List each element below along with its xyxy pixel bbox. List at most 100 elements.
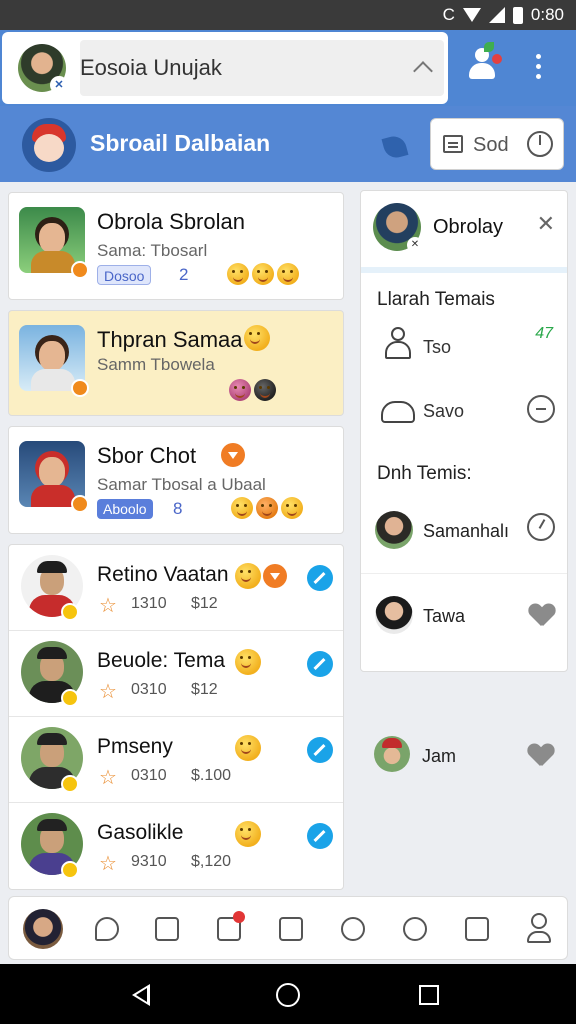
- contact-name: Gasolikle: [97, 821, 184, 844]
- emoji-icon: [235, 649, 261, 675]
- leaf-icon[interactable]: [381, 133, 409, 161]
- check-icon[interactable]: [307, 737, 333, 763]
- panel-row[interactable]: Tso 47: [361, 315, 567, 379]
- person-add-icon[interactable]: [466, 42, 502, 82]
- contact-price: $12: [191, 595, 218, 612]
- chat-count: 8: [173, 499, 183, 518]
- heart-icon[interactable]: [529, 604, 555, 626]
- power-icon: [527, 131, 553, 157]
- search-input[interactable]: [80, 40, 380, 96]
- chat-badge: Aboolo: [97, 499, 153, 519]
- person-name: Tawa: [423, 606, 466, 626]
- account-icon[interactable]: [521, 911, 557, 947]
- cloud-icon: [381, 401, 415, 423]
- contact-price: $,120: [191, 853, 232, 870]
- chat-icon[interactable]: [89, 911, 125, 947]
- emoji-icon: [277, 263, 299, 285]
- close-icon[interactable]: ✕: [537, 211, 555, 237]
- bubble-icon[interactable]: [335, 911, 371, 947]
- contact-row[interactable]: Retino Vaatan ☆ 1310 $12: [9, 545, 343, 631]
- contact-row[interactable]: Gasolikle ☆ 9310 $,120: [9, 803, 343, 889]
- more-vert-icon[interactable]: [536, 54, 542, 82]
- contact-name: Beuole: Tema: [97, 649, 226, 672]
- person-icon: [383, 327, 413, 361]
- detail-panel: ✕ Obrolay ✕ Llarah Temais Tso 47 Savo Dn…: [360, 190, 568, 672]
- chat-name: Sbor Chot: [97, 443, 197, 468]
- heart-icon[interactable]: [528, 744, 554, 766]
- emoji-icon: [281, 497, 303, 519]
- news-icon[interactable]: [211, 911, 247, 947]
- emoji-icon: [256, 497, 278, 519]
- star-icon: ☆: [99, 767, 117, 789]
- clock-icon[interactable]: [527, 513, 555, 541]
- bottom-tab-bar: [8, 896, 568, 960]
- panel-title: Obrolay: [433, 216, 504, 238]
- home-icon[interactable]: [276, 983, 300, 1007]
- document-icon: [443, 135, 463, 153]
- sod-button[interactable]: Sod: [430, 118, 564, 170]
- header-actions: [448, 30, 576, 106]
- profile-avatar[interactable]: [23, 909, 63, 949]
- contact-price: $12: [191, 681, 218, 698]
- doc-icon[interactable]: [273, 911, 309, 947]
- person-avatar: [375, 511, 413, 549]
- emoji-icon: [235, 735, 261, 761]
- download-icon[interactable]: [221, 443, 245, 467]
- contact-name: Retino Vaatan: [97, 563, 229, 586]
- app-logo: [22, 118, 76, 172]
- check-icon[interactable]: [307, 565, 333, 591]
- chat-preview: Sama: Tbosarl: [97, 241, 208, 260]
- play-icon[interactable]: [263, 564, 287, 588]
- user-avatar[interactable]: ✕: [18, 44, 68, 94]
- emoji-icon: [254, 379, 276, 401]
- person-name: Samanhalı: [423, 521, 510, 541]
- remove-icon[interactable]: [527, 395, 555, 423]
- chat-card[interactable]: Obrola Sbrolan Sama: Tbosarl Dosoo 2: [8, 192, 344, 300]
- contact-row[interactable]: Beuole: Tema ☆ 0310 $12: [9, 631, 343, 717]
- person-avatar: [375, 596, 413, 634]
- signal-icon: [488, 7, 505, 23]
- grid-icon[interactable]: [459, 911, 495, 947]
- status-dot: [61, 603, 79, 621]
- status-dot: [71, 261, 89, 279]
- status-dot: [71, 379, 89, 397]
- smile-icon[interactable]: [149, 911, 185, 947]
- panel-row[interactable]: Savo: [361, 379, 567, 443]
- carrier-label: C: [442, 5, 455, 24]
- chat-badge: Dosoo: [97, 265, 152, 285]
- emoji-reactions: [231, 497, 303, 519]
- row-value: 47: [535, 325, 553, 342]
- contact-stat: 1310: [131, 595, 167, 612]
- person-name: Jam: [422, 746, 457, 766]
- search-icon[interactable]: [397, 911, 433, 947]
- panel-person[interactable]: Tawa: [361, 573, 567, 657]
- contact-stat: 0310: [131, 681, 167, 698]
- back-icon[interactable]: [132, 984, 150, 1006]
- recents-icon[interactable]: [419, 985, 439, 1005]
- section-title: Dnh Temis:: [377, 463, 472, 484]
- extra-person-row[interactable]: Jam: [360, 726, 568, 786]
- status-dot: [61, 775, 79, 793]
- status-dot: [61, 861, 79, 879]
- chat-card-highlighted[interactable]: Thpran Samaa Samm Tbowela: [8, 310, 344, 416]
- emoji-icon: [235, 821, 261, 847]
- panel-avatar: ✕: [373, 203, 423, 253]
- chevron-up-icon[interactable]: [413, 61, 433, 81]
- badge-icon: ✕: [50, 76, 68, 94]
- panel-person[interactable]: Samanhalı: [361, 489, 567, 573]
- chat-name: Obrola Sbrolan: [97, 209, 245, 234]
- row-label: Tso: [423, 337, 452, 357]
- emoji-icon: [231, 497, 253, 519]
- contact-stat: 9310: [131, 853, 167, 870]
- check-icon[interactable]: [307, 823, 333, 849]
- contact-price: $.100: [191, 767, 232, 784]
- clock: 0:80: [530, 5, 564, 24]
- emoji-reactions: [227, 263, 299, 285]
- search-field[interactable]: [80, 40, 444, 96]
- sod-button-label: Sod: [473, 134, 509, 156]
- contact-row[interactable]: Pmseny ☆ 0310 $.100: [9, 717, 343, 803]
- chat-card[interactable]: Sbor Chot Samar Tbosal a Ubaal Aboolo 8: [8, 426, 344, 534]
- wifi-icon: [462, 8, 481, 22]
- notification-dot: [233, 911, 245, 923]
- check-icon[interactable]: [307, 651, 333, 677]
